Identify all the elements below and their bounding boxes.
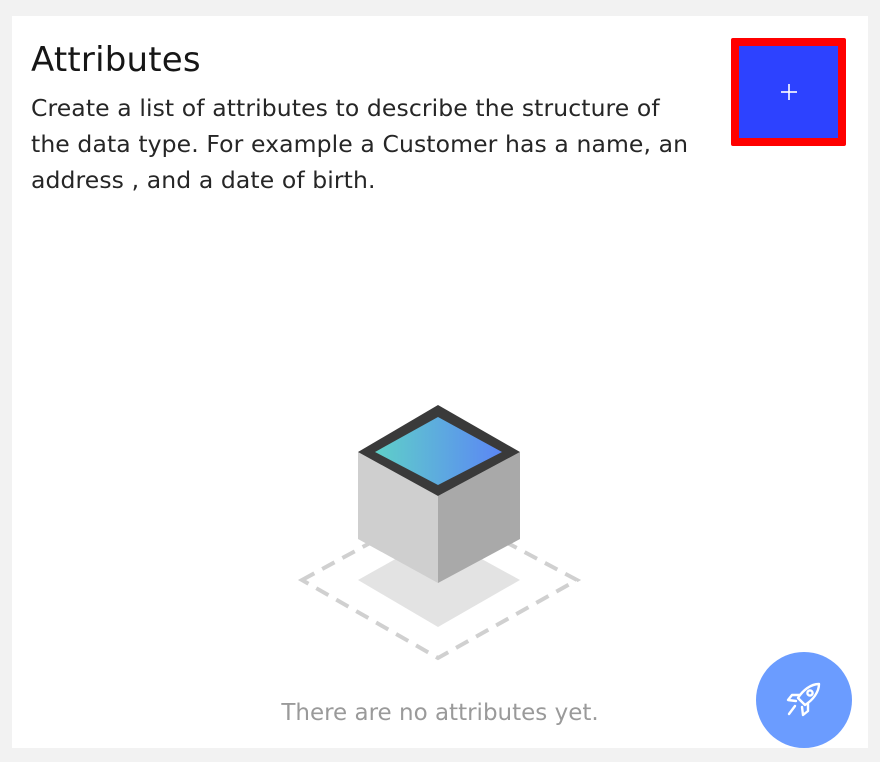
empty-state-message: There are no attributes yet. [281,700,599,726]
rocket-fab-button[interactable] [756,652,852,748]
add-attribute-button[interactable] [731,38,846,146]
plus-icon [779,82,799,102]
page: Attributes Create a list of attributes t… [0,0,880,762]
panel-title: Attributes [31,40,201,80]
rocket-icon [781,676,827,725]
empty-box-illustration [290,395,590,665]
panel-description: Create a list of attributes to describe … [31,94,689,194]
